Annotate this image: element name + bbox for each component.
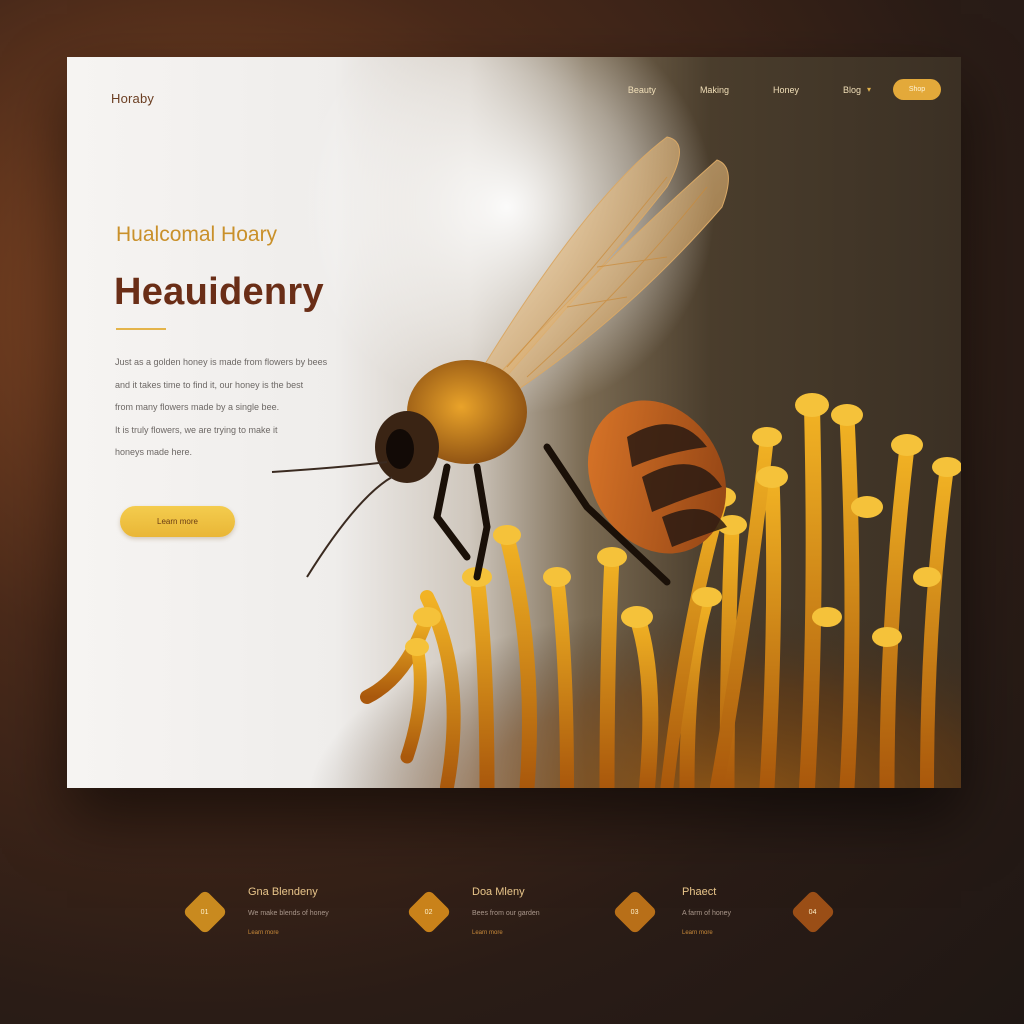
hero-body-text: Just as a golden honey is made from flow…	[115, 351, 370, 464]
feature-title: Doa Mleny	[472, 886, 525, 898]
feature-item-3[interactable]: 03 Phaect A farm of honey Learn more	[612, 884, 794, 944]
headline-divider	[116, 328, 166, 330]
feature-badge-number: 04	[809, 908, 817, 916]
hero-body-line: honeys made here.	[115, 447, 193, 457]
feature-description: Bees from our garden	[472, 910, 540, 917]
feature-link[interactable]: Learn more	[682, 930, 713, 936]
feature-badge-number: 03	[631, 908, 639, 916]
honey-badge-icon: 01	[182, 889, 228, 935]
learn-more-button[interactable]: Learn more	[120, 506, 235, 537]
honey-badge-icon: 03	[612, 889, 658, 935]
nav-link-making[interactable]: Making	[700, 85, 729, 95]
hero-card: Horaby Beauty Making Honey Blog ▾ Shop H…	[67, 57, 961, 788]
hero-headline: Heauidenry	[114, 271, 324, 313]
feature-description: We make blends of honey	[248, 910, 329, 917]
honey-badge-icon: 04	[790, 889, 836, 935]
honey-badge-icon: 02	[406, 889, 452, 935]
hero-body-line: It is truly flowers, we are trying to ma…	[115, 424, 278, 435]
brand-logo[interactable]: Horaby	[111, 91, 154, 106]
feature-item-4[interactable]: 04	[790, 884, 842, 944]
feature-badge-number: 01	[201, 908, 209, 916]
hero-body-line: and it takes time to find it, our honey …	[115, 379, 304, 390]
hero-eyebrow: Hualcomal Hoary	[116, 223, 278, 246]
feature-link[interactable]: Learn more	[472, 930, 503, 936]
nav-link-blog-label: Blog	[842, 84, 861, 95]
feature-title: Phaect	[682, 886, 717, 898]
feature-title: Gna Blendeny	[248, 886, 318, 898]
nav-link-honey[interactable]: Honey	[773, 85, 799, 95]
feature-item-1[interactable]: 01 Gna Blendeny We make blends of honey …	[182, 884, 384, 944]
feature-description: A farm of honey	[682, 910, 732, 917]
top-nav: Beauty Making Honey Blog ▾ Shop	[628, 79, 941, 100]
nav-link-blog[interactable]: Blog ▾	[843, 85, 871, 95]
feature-item-2[interactable]: 02 Doa Mleny Bees from our garden Learn …	[406, 884, 608, 944]
nav-link-beauty[interactable]: Beauty	[628, 85, 656, 95]
feature-badge-number: 02	[425, 908, 433, 916]
hero-body-line: Just as a golden honey is made from flow…	[115, 357, 328, 367]
chevron-down-icon: ▾	[866, 85, 871, 94]
hero-body-line: from many flowers made by a single bee.	[115, 402, 280, 412]
nav-shop-button[interactable]: Shop	[893, 79, 941, 100]
feature-link[interactable]: Learn more	[248, 930, 279, 936]
